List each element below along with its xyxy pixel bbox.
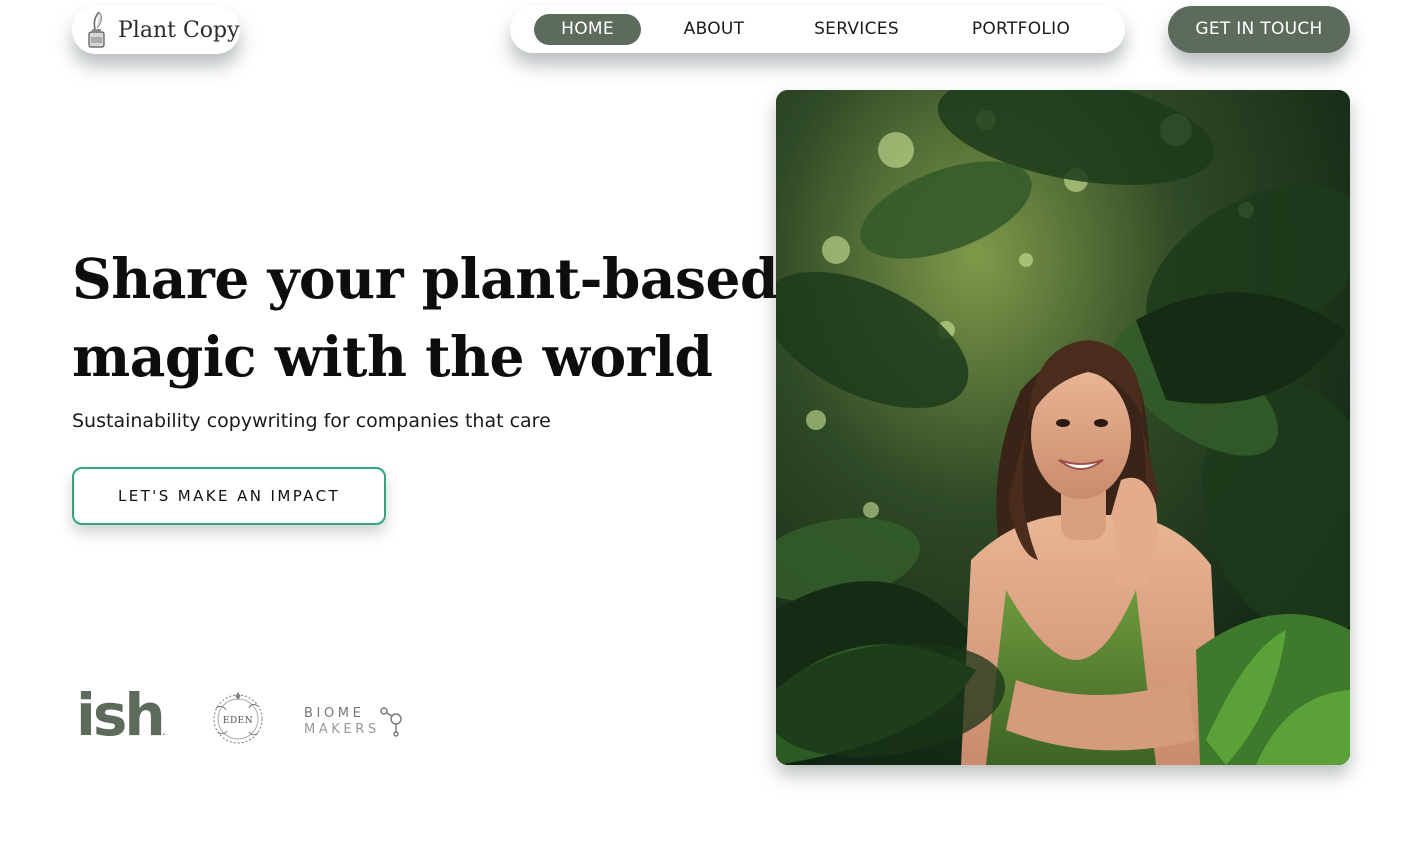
- make-impact-button[interactable]: LET'S MAKE AN IMPACT: [72, 467, 386, 525]
- logo[interactable]: Plant Copy: [72, 6, 240, 54]
- logo-text: Plant Copy: [118, 17, 240, 43]
- nav-portfolio[interactable]: PORTFOLIO: [957, 14, 1085, 45]
- ink-bottle-quill-icon: [88, 11, 105, 48]
- client-ish-mark: .: [162, 729, 166, 737]
- hero-subtitle: Sustainability copywriting for companies…: [72, 410, 551, 432]
- get-in-touch-button[interactable]: GET IN TOUCH: [1168, 6, 1350, 53]
- client-eden-text: EDEN: [223, 716, 253, 726]
- main-nav: HOME ABOUT SERVICES PORTFOLIO: [510, 6, 1125, 53]
- client-ish-text: ish: [76, 681, 166, 749]
- woman-among-monstera-leaves-photo: [776, 90, 1350, 765]
- nav-services[interactable]: SERVICES: [800, 14, 913, 45]
- hero-photo: [776, 90, 1350, 765]
- hero-title-line-1: Share your plant-based: [72, 246, 778, 311]
- client-logo-eden: EDEN: [213, 692, 263, 744]
- client-biome-line-1: BIOME: [304, 706, 364, 721]
- client-logo-biome-makers: BIOME MAKERS: [304, 706, 402, 737]
- hero-title-line-2: magic with the world: [72, 324, 713, 389]
- nav-home[interactable]: HOME: [534, 14, 641, 45]
- client-logo-ish: ish.: [76, 680, 166, 768]
- nav-about[interactable]: ABOUT: [669, 14, 759, 45]
- hero-title: Share your plant-based magic with the wo…: [72, 240, 778, 396]
- client-biome-line-2: MAKERS: [304, 722, 380, 737]
